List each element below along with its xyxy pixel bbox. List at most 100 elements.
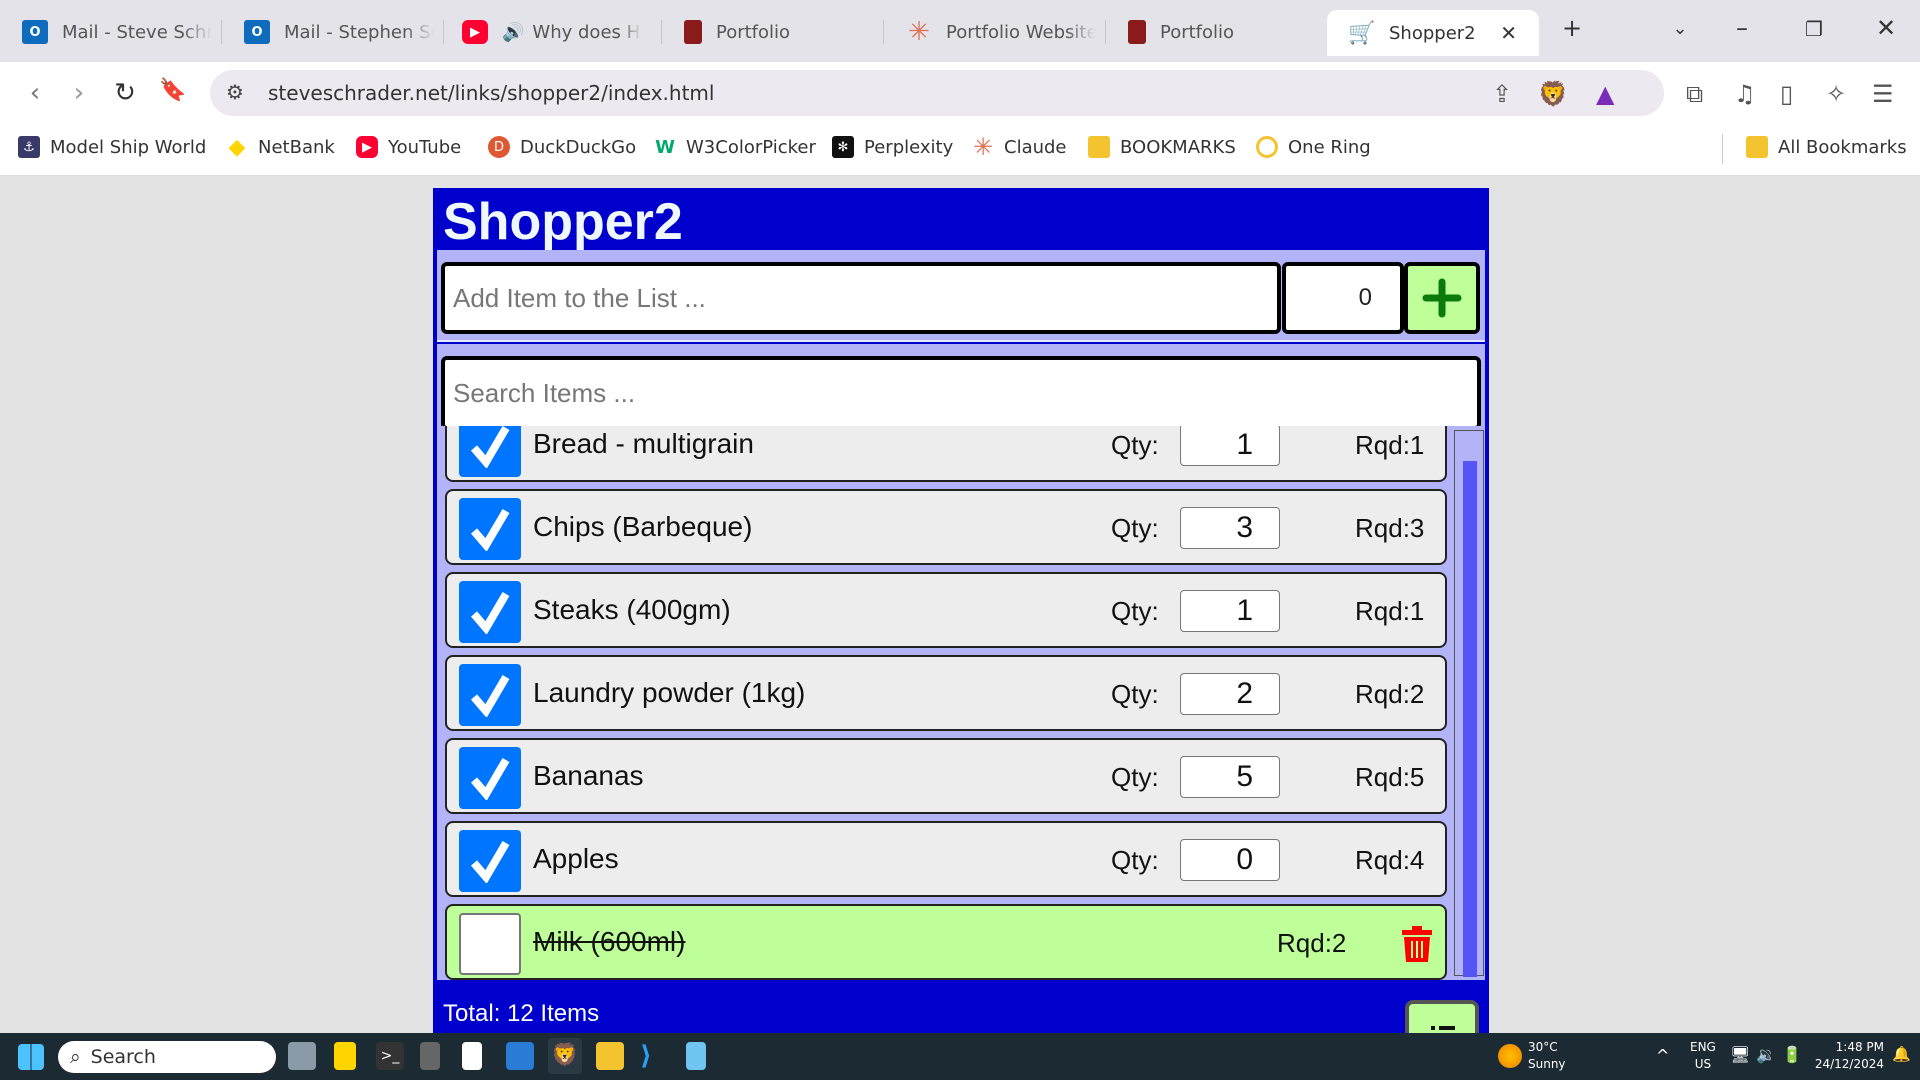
- list-scrollbar[interactable]: [1454, 430, 1484, 977]
- list-menu-button[interactable]: [1405, 1000, 1479, 1033]
- extensions-icon[interactable]: ⧉: [1686, 80, 1703, 108]
- bookmark-one-ring[interactable]: One Ring: [1256, 136, 1371, 158]
- duckduckgo-icon: D: [488, 136, 510, 158]
- reload-icon[interactable]: ↻: [108, 78, 142, 108]
- item-qty-input[interactable]: 0: [1180, 839, 1280, 881]
- item-qty-input[interactable]: 1: [1180, 590, 1280, 632]
- scanner-app-icon[interactable]: [288, 1042, 316, 1070]
- forward-button[interactable]: ›: [62, 78, 96, 108]
- menu-icon[interactable]: ☰: [1872, 80, 1894, 108]
- item-qty-input[interactable]: 1: [1180, 426, 1280, 466]
- url-text[interactable]: steveschrader.net/links/shopper2/index.h…: [268, 81, 714, 105]
- close-tab-icon[interactable]: ✕: [1500, 21, 1517, 45]
- portfolio-icon: [684, 20, 702, 44]
- checkmark-icon: [470, 840, 510, 883]
- bookmark-w3colorpicker[interactable]: W W3ColorPicker: [654, 136, 816, 158]
- bookmark-duckduckgo[interactable]: D DuckDuckGo: [488, 136, 636, 158]
- brave-taskbar-icon[interactable]: 🦁: [548, 1038, 582, 1074]
- tray-overflow-chevron-icon[interactable]: ^: [1656, 1047, 1669, 1064]
- tab-youtube[interactable]: ▶ 🔊 Why does How: [440, 10, 662, 54]
- language-indicator[interactable]: ENG US: [1690, 1039, 1716, 1073]
- notifications-icon[interactable]: 🔔: [1892, 1046, 1911, 1063]
- media-player-icon[interactable]: [506, 1042, 534, 1070]
- item-checkbox[interactable]: [459, 426, 521, 477]
- tab-portfolio-1[interactable]: Portfolio: [662, 10, 884, 54]
- clock[interactable]: 1:48 PM 24/12/2024: [1812, 1039, 1884, 1073]
- share-icon[interactable]: ⇪: [1492, 80, 1512, 108]
- item-checkbox[interactable]: [459, 581, 521, 643]
- list-item[interactable]: Apples Qty: 0 Rqd:4: [445, 821, 1447, 897]
- item-qty-input[interactable]: 2: [1180, 673, 1280, 715]
- sticky-notes-icon[interactable]: [334, 1042, 356, 1070]
- brave-rewards-icon[interactable]: ▲: [1596, 80, 1614, 108]
- tab-mail-stephen[interactable]: O Mail - Stephen Schrader: [222, 10, 444, 54]
- list-item[interactable]: Bananas Qty: 5 Rqd:5: [445, 738, 1447, 814]
- item-name: Chips (Barbeque): [533, 511, 753, 542]
- volume-icon[interactable]: 🔉: [1756, 1046, 1776, 1063]
- terminal-icon[interactable]: >_: [376, 1042, 404, 1070]
- list-item[interactable]: Bread - multigrain Qty: 1 Rqd:1: [445, 426, 1447, 482]
- leo-ai-icon[interactable]: ✧: [1826, 80, 1846, 108]
- start-icon[interactable]: [18, 1044, 44, 1070]
- new-tab-button[interactable]: +: [1552, 14, 1592, 42]
- item-checkbox[interactable]: [459, 830, 521, 892]
- search-items-input[interactable]: Search Items ...: [441, 356, 1481, 430]
- add-item-button[interactable]: [1404, 262, 1480, 334]
- item-checkbox[interactable]: [459, 498, 521, 560]
- battery-icon[interactable]: 🔋: [1782, 1046, 1802, 1063]
- outlook-icon: O: [244, 20, 270, 44]
- windows-taskbar: ⌕ Search >_ 🦁 ⟩ 30°C Sunny ^ ENG US 🖥 🔉 🔋 1…: [0, 1033, 1920, 1080]
- item-qty-input[interactable]: 5: [1180, 756, 1280, 798]
- app-title: Shopper2: [443, 193, 683, 251]
- list-item-completed[interactable]: Milk (600ml) Rqd:2: [445, 904, 1447, 980]
- notepad-icon[interactable]: [686, 1042, 706, 1070]
- taskbar-search[interactable]: ⌕ Search: [58, 1041, 276, 1073]
- scrollbar-thumb[interactable]: [1463, 461, 1477, 977]
- trash-icon[interactable]: [1402, 926, 1432, 962]
- item-name: Steaks (400gm): [533, 594, 731, 625]
- item-required: Rqd:4: [1355, 845, 1425, 875]
- tab-shopper2[interactable]: 🛒 Shopper2 ✕: [1327, 10, 1539, 56]
- all-bookmarks-button[interactable]: All Bookmarks: [1746, 136, 1907, 158]
- bookmark-claude[interactable]: ✳ Claude: [972, 133, 1067, 161]
- bookmark-model-ship-world[interactable]: ⚓ Model Ship World: [18, 136, 206, 158]
- file-explorer-icon[interactable]: [596, 1042, 624, 1070]
- brave-shields-icon[interactable]: 🦁: [1538, 80, 1568, 108]
- add-item-input[interactable]: Add Item to the List ...: [441, 262, 1281, 334]
- weather-widget[interactable]: 30°C Sunny: [1528, 1039, 1566, 1073]
- list-item[interactable]: Laundry powder (1kg) Qty: 2 Rqd:2: [445, 655, 1447, 731]
- vscode-icon[interactable]: ⟩: [640, 1042, 668, 1070]
- calculator-icon[interactable]: [420, 1042, 440, 1070]
- item-checkbox[interactable]: [459, 664, 521, 726]
- speaker-icon[interactable]: 🔊: [502, 22, 524, 43]
- tab-mail-steve[interactable]: O Mail - Steve Schrader: [0, 10, 222, 54]
- media-icon[interactable]: ♫: [1734, 80, 1756, 108]
- item-checkbox[interactable]: [459, 747, 521, 809]
- address-bar[interactable]: ⚙ steveschrader.net/links/shopper2/index…: [210, 70, 1664, 116]
- bookmark-netbank[interactable]: ◆ NetBank: [226, 135, 335, 160]
- add-qty-input[interactable]: 0: [1282, 262, 1404, 334]
- minimize-button[interactable]: –: [1722, 14, 1762, 42]
- bookmark-icon[interactable]: 🔖: [156, 78, 190, 103]
- back-button[interactable]: ‹: [18, 78, 52, 108]
- list-item[interactable]: Chips (Barbeque) Qty: 3 Rqd:3: [445, 489, 1447, 565]
- checkmark-icon: [470, 591, 510, 634]
- item-required: Rqd:3: [1355, 513, 1425, 543]
- item-checkbox[interactable]: [459, 913, 521, 975]
- tab-portfolio-website[interactable]: ✳ Portfolio Website: [884, 10, 1106, 54]
- tab-portfolio-2[interactable]: Portfolio: [1106, 10, 1328, 54]
- bookmark-folder-bookmarks[interactable]: BOOKMARKS: [1088, 136, 1236, 158]
- close-window-button[interactable]: ✕: [1866, 14, 1906, 42]
- weather-sun-icon[interactable]: [1498, 1044, 1522, 1068]
- tab-search-chevron-icon[interactable]: ⌄: [1660, 18, 1700, 39]
- bookmark-perplexity[interactable]: ✻ Perplexity: [832, 136, 953, 158]
- item-qty-input[interactable]: 3: [1180, 507, 1280, 549]
- sidebar-icon[interactable]: ▯: [1780, 80, 1793, 108]
- network-icon[interactable]: 🖥: [1730, 1046, 1750, 1063]
- shopping-cart-icon: 🛒: [1348, 20, 1376, 46]
- restore-button[interactable]: ❐: [1794, 17, 1834, 41]
- site-settings-icon[interactable]: ⚙: [226, 80, 244, 104]
- bookmark-youtube[interactable]: ▶ YouTube: [356, 136, 461, 158]
- list-item[interactable]: Steaks (400gm) Qty: 1 Rqd:1: [445, 572, 1447, 648]
- snipping-tool-icon[interactable]: [462, 1042, 482, 1070]
